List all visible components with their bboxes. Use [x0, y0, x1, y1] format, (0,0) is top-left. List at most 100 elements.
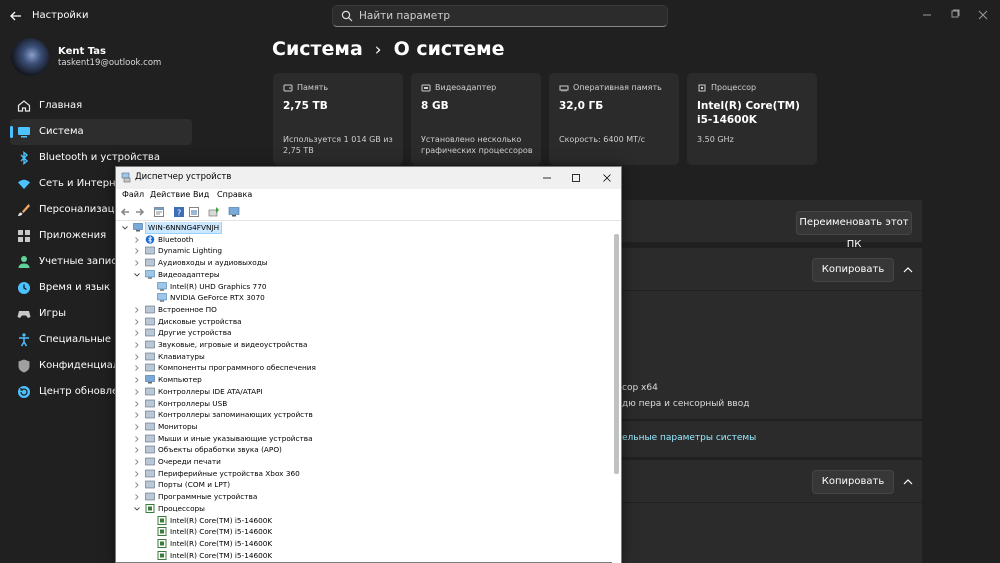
tree-row[interactable]: Компьютер — [116, 374, 606, 386]
spec-card-value: 2,75 TB — [283, 100, 328, 112]
tree-row[interactable]: Bluetooth — [116, 234, 606, 246]
help-icon[interactable]: ? — [173, 206, 185, 218]
device-tree: WIN-6NNNG4FVNJH Bluetooth Dynamic Lighting… — [116, 222, 613, 563]
tree-row[interactable]: WIN-6NNNG4FVNJH — [116, 222, 606, 234]
chevron-right-icon[interactable] — [133, 247, 141, 255]
tree-row[interactable]: Объекты обработки звука (APO) — [116, 444, 606, 456]
chevron-right-icon[interactable] — [133, 318, 141, 326]
tree-row[interactable]: Intel(R) Core(TM) i5-14600K — [116, 550, 606, 562]
chevron-up-icon[interactable] — [901, 263, 915, 277]
tree-row-label: Встроенное ПО — [158, 304, 217, 314]
copy-button-2[interactable]: Копировать — [812, 470, 894, 494]
avatar[interactable] — [11, 38, 49, 76]
breadcrumb: Система › О системе — [272, 38, 505, 60]
breadcrumb-parent[interactable]: Система — [272, 38, 363, 60]
chevron-right-icon[interactable] — [133, 306, 141, 314]
tree-row[interactable]: Аудиовходы и аудиовыходы — [116, 257, 606, 269]
brush-icon — [16, 202, 32, 218]
chevron-right-icon[interactable] — [133, 411, 141, 419]
chevron-right-icon[interactable] — [133, 353, 141, 361]
chevron-right-icon[interactable] — [133, 435, 141, 443]
tree-row[interactable]: Видеоадаптеры — [116, 269, 606, 281]
chevron-right-icon[interactable] — [133, 236, 141, 244]
tree-scrollbar[interactable] — [612, 222, 621, 563]
scrollbar-thumb[interactable] — [614, 234, 619, 474]
spec-card-ram[interactable]: Оперативная память 32,0 ГБ Скорость: 640… — [549, 73, 679, 165]
dm-close-icon[interactable] — [600, 171, 614, 185]
menu-view[interactable]: Вид — [193, 190, 209, 199]
back-arrow-icon[interactable] — [8, 8, 24, 24]
chevron-down-icon[interactable] — [133, 271, 141, 279]
chevron-down-icon[interactable] — [133, 505, 141, 513]
tree-row[interactable]: Контроллеры USB — [116, 398, 606, 410]
chevron-down-icon[interactable] — [121, 224, 129, 232]
display-adapter-icon — [157, 293, 167, 302]
spec-card-cpu[interactable]: Процессор Intel(R) Core(TM) i5-14600K 3.… — [687, 73, 817, 165]
sidebar-item-label: Главная — [39, 100, 83, 111]
dm-maximize-icon[interactable] — [569, 171, 583, 185]
tree-row[interactable]: Звуковые, игровые и видеоустройства — [116, 339, 606, 351]
tree-row[interactable]: Компоненты программного обеспечения — [116, 362, 606, 374]
tree-row[interactable]: Процессоры — [116, 503, 606, 515]
advanced-system-settings-link[interactable]: ельные параметры системы — [622, 433, 756, 443]
chevron-right-icon[interactable] — [133, 376, 141, 384]
tree-row[interactable]: Дисковые устройства — [116, 316, 606, 328]
chevron-right-icon[interactable] — [133, 388, 141, 396]
tree-row[interactable]: Контроллеры IDE ATA/ATAPI — [116, 386, 606, 398]
chevron-right-icon[interactable] — [133, 423, 141, 431]
tree-row-label: Процессоры — [158, 503, 205, 513]
tree-row[interactable]: Intel(R) UHD Graphics 770 — [116, 281, 606, 293]
tree-row[interactable]: Встроенное ПО — [116, 304, 606, 316]
update-driver-icon[interactable] — [208, 206, 220, 218]
maximize-icon[interactable] — [946, 6, 964, 24]
search-input[interactable]: Найти параметр — [332, 5, 668, 27]
system-icon — [16, 124, 32, 140]
tree-row[interactable]: Intel(R) Core(TM) i5-14600K — [116, 538, 606, 550]
tree-row[interactable]: NVIDIA GeForce RTX 3070 — [116, 292, 606, 304]
chevron-right-icon[interactable] — [133, 259, 141, 267]
tree-row[interactable]: Периферийные устройства Xbox 360 — [116, 468, 606, 480]
chevron-up-icon[interactable] — [901, 475, 915, 489]
window-title: Настройки — [32, 10, 89, 21]
spec-card-gpu[interactable]: Видеоадаптер 8 GB Установлено несколько … — [411, 73, 541, 165]
menu-action[interactable]: Действие — [150, 190, 190, 199]
tree-row[interactable]: Контроллеры запоминающих устройств — [116, 409, 606, 421]
tree-row[interactable]: Другие устройства — [116, 327, 606, 339]
tree-row[interactable]: Intel(R) Core(TM) i5-14600K — [116, 526, 606, 538]
minimize-icon[interactable] — [918, 6, 936, 24]
rename-pc-button[interactable]: Переименовать этот ПК — [796, 211, 912, 250]
tree-row[interactable]: Intel(R) Core(TM) i5-14600K — [116, 515, 606, 527]
device-manager-titlebar[interactable]: Диспетчер устройств — [116, 167, 621, 189]
spec-card-storage[interactable]: Память 2,75 TB Используется 1 014 GB из … — [273, 73, 403, 165]
menu-file[interactable]: Файл — [122, 190, 144, 199]
tree-row[interactable]: Мыши и иные указывающие устройства — [116, 433, 606, 445]
back-icon[interactable] — [119, 206, 131, 218]
tree-row[interactable]: Очереди печати — [116, 456, 606, 468]
chevron-right-icon[interactable] — [133, 400, 141, 408]
sidebar-item-system[interactable]: Система — [10, 119, 192, 145]
forward-icon[interactable] — [134, 206, 146, 218]
tree-row[interactable]: Клавиатуры — [116, 351, 606, 363]
scan-hardware-icon[interactable] — [228, 206, 240, 218]
chevron-right-icon[interactable] — [133, 481, 141, 489]
tree-row[interactable]: Мониторы — [116, 421, 606, 433]
chevron-right-icon[interactable] — [133, 446, 141, 454]
tree-row[interactable]: Программные устройства — [116, 491, 606, 503]
tree-row[interactable]: Порты (COM и LPT) — [116, 479, 606, 491]
sidebar-item-home[interactable]: Главная — [10, 93, 192, 119]
close-icon[interactable] — [974, 6, 992, 24]
chevron-right-icon[interactable] — [133, 341, 141, 349]
chevron-right-icon[interactable] — [133, 329, 141, 337]
view-icon[interactable] — [188, 206, 200, 218]
properties-icon[interactable] — [153, 206, 165, 218]
menu-help[interactable]: Справка — [217, 190, 252, 199]
tree-row[interactable]: Dynamic Lighting — [116, 245, 606, 257]
chevron-right-icon[interactable] — [133, 493, 141, 501]
globe-clock-icon — [16, 280, 32, 296]
chevron-right-icon[interactable] — [133, 470, 141, 478]
chevron-right-icon[interactable] — [133, 458, 141, 466]
copy-button[interactable]: Копировать — [812, 258, 894, 282]
dm-minimize-icon[interactable] — [540, 171, 554, 185]
apo-icon — [145, 445, 155, 454]
chevron-right-icon[interactable] — [133, 364, 141, 372]
